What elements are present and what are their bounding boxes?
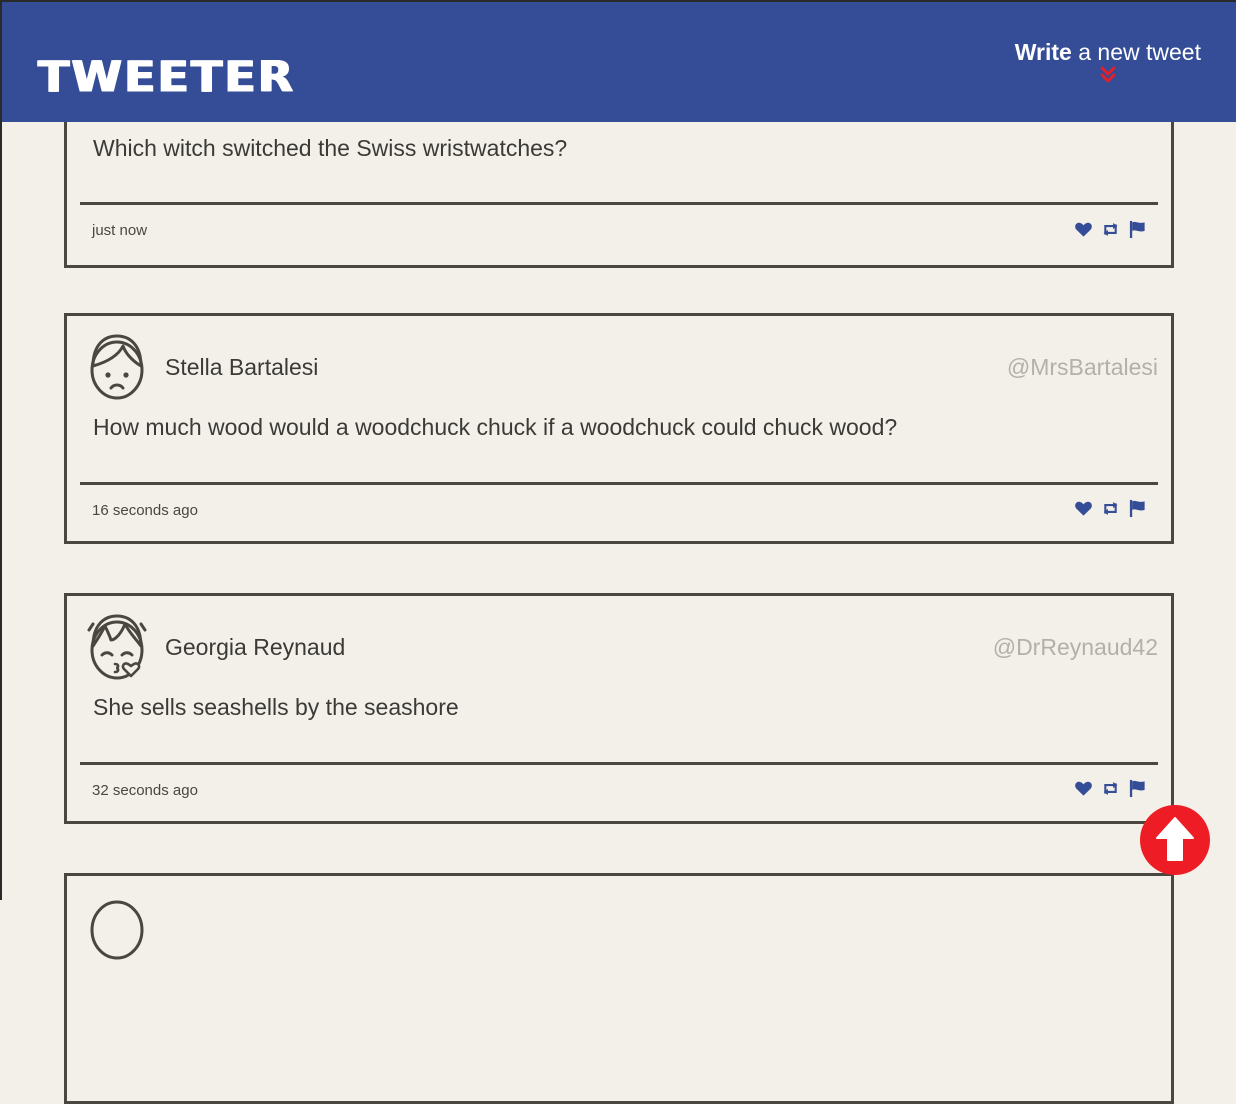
tweet-header xyxy=(67,876,1171,960)
retweet-icon[interactable] xyxy=(1101,220,1120,239)
tweet-card: Georgia Reynaud @DrReynaud42 She sells s… xyxy=(64,593,1174,824)
tweet-text: Which witch switched the Swiss wristwatc… xyxy=(93,135,568,161)
retweet-icon[interactable] xyxy=(1101,499,1120,518)
tweet-header: Georgia Reynaud @DrReynaud42 xyxy=(67,596,1171,680)
tweet-actions xyxy=(1074,499,1147,518)
retweet-icon[interactable] xyxy=(1101,779,1120,798)
double-chevron-down-icon xyxy=(1100,66,1116,83)
tweet-actions xyxy=(1074,220,1147,239)
compose-label-bold: Write xyxy=(1014,39,1072,65)
scroll-to-top-button[interactable] xyxy=(1140,805,1210,875)
heart-icon[interactable] xyxy=(1074,499,1093,518)
tweet-divider xyxy=(80,482,1158,485)
tweet-divider xyxy=(80,202,1158,205)
tweet-divider xyxy=(80,762,1158,765)
author-name[interactable]: Georgia Reynaud xyxy=(165,634,345,661)
tweet-actions xyxy=(1074,779,1147,798)
tweet-timestamp: just now xyxy=(92,222,148,239)
compose-label-rest: a new tweet xyxy=(1071,39,1201,65)
tweet-card xyxy=(64,873,1174,1104)
top-nav: TWEETER Write a new tweet xyxy=(2,2,1236,122)
tweet-timestamp: 16 seconds ago xyxy=(92,502,198,519)
heart-icon[interactable] xyxy=(1074,220,1093,239)
app-logo[interactable]: TWEETER xyxy=(38,52,295,102)
sad-face-avatar-icon xyxy=(90,334,144,400)
tweet-timestamp: 32 seconds ago xyxy=(92,782,198,799)
tweet-header: Stella Bartalesi @MrsBartalesi xyxy=(67,316,1171,400)
author-handle[interactable]: @DrReynaud42 xyxy=(993,634,1158,661)
flag-icon[interactable] xyxy=(1128,220,1147,239)
window-frame-left xyxy=(0,0,2,900)
flag-icon[interactable] xyxy=(1128,779,1147,798)
compose-label: Write a new tweet xyxy=(1015,39,1201,65)
arrow-up-icon xyxy=(1156,817,1194,861)
flag-icon[interactable] xyxy=(1128,499,1147,518)
tweet-text: She sells seashells by the seashore xyxy=(93,694,459,720)
author-name[interactable]: Stella Bartalesi xyxy=(165,354,318,381)
tweet-feed: Which witch switched the Swiss wristwatc… xyxy=(0,0,1236,1104)
kissing-face-avatar-icon xyxy=(87,614,147,680)
tweet-text: How much wood would a woodchuck chuck if… xyxy=(93,414,898,440)
window-frame-top xyxy=(0,0,1236,2)
write-new-tweet-button[interactable]: Write a new tweet xyxy=(1015,38,1201,84)
tweet-card: Stella Bartalesi @MrsBartalesi How much … xyxy=(64,313,1174,544)
avatar-icon xyxy=(90,900,144,960)
heart-icon[interactable] xyxy=(1074,779,1093,798)
author-handle[interactable]: @MrsBartalesi xyxy=(1007,354,1158,381)
